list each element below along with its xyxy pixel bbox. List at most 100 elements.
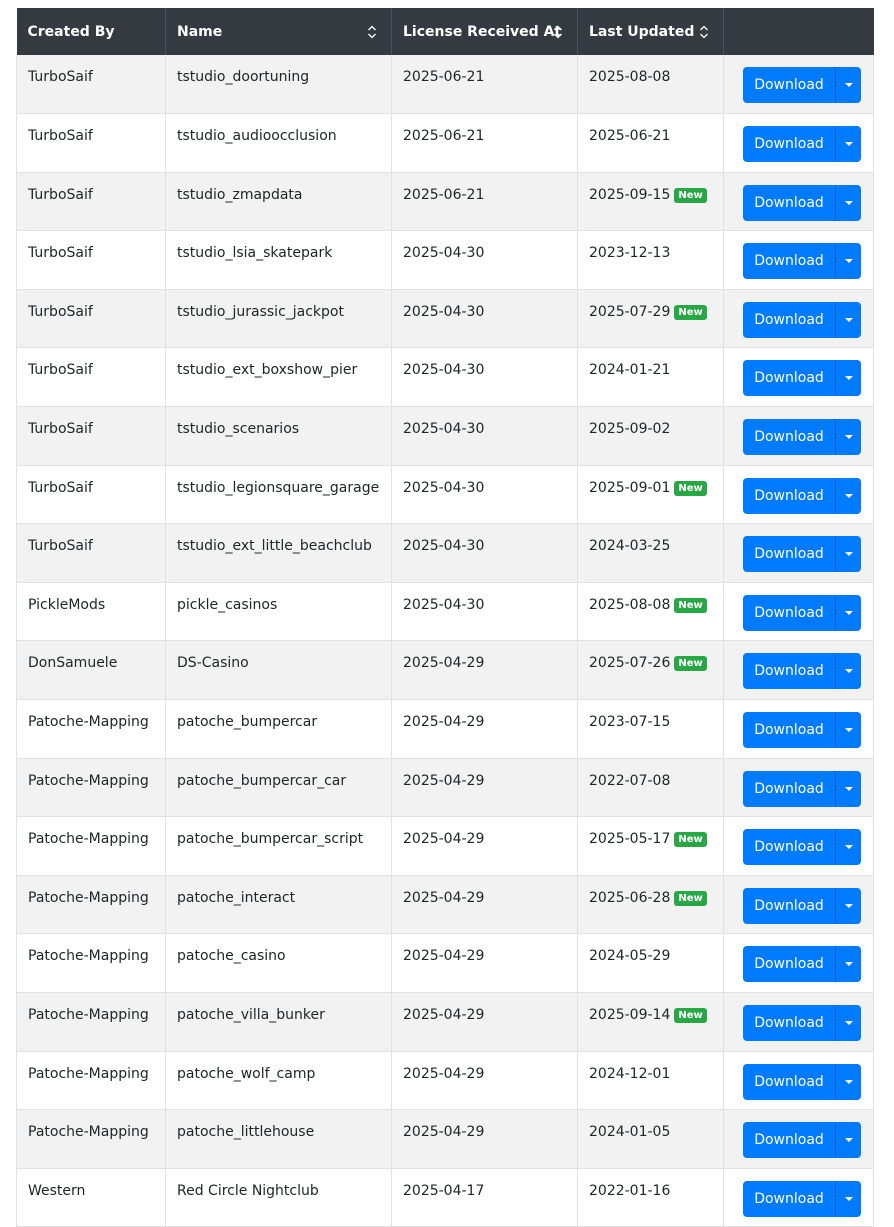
download-dropdown-toggle[interactable] (836, 594, 861, 631)
column-header-created-by[interactable]: Created By (16, 8, 166, 55)
new-badge: New (674, 597, 707, 613)
cell-created-by: Patoche-Mapping (16, 875, 166, 935)
cell-name: tstudio_audioocclusion (165, 113, 392, 173)
download-dropdown-toggle[interactable] (836, 1180, 861, 1217)
download-button-group: Download (743, 829, 861, 866)
cell-license-received-at: 2025-06-21 (391, 113, 578, 173)
download-button[interactable]: Download (743, 594, 836, 631)
last-updated-text: 2025-05-17 (589, 831, 671, 848)
download-dropdown-toggle[interactable] (836, 67, 861, 103)
name-text: patoche_wolf_camp (177, 1065, 316, 1082)
download-dropdown-toggle[interactable] (836, 1063, 861, 1100)
download-button[interactable]: Download (743, 829, 836, 866)
caret-down-icon (844, 317, 853, 322)
column-header-name[interactable]: Name (165, 8, 392, 55)
download-dropdown-toggle[interactable] (836, 419, 861, 456)
license-received-text: 2025-04-29 (403, 1065, 485, 1082)
cell-created-by: PickleMods (16, 582, 166, 642)
download-dropdown-toggle[interactable] (836, 887, 861, 924)
cell-name: tstudio_zmapdata (165, 172, 392, 232)
cell-actions: Download (723, 55, 874, 115)
cell-license-received-at: 2025-04-30 (391, 582, 578, 642)
cell-actions: Download (723, 699, 874, 759)
cell-actions: Download (723, 113, 874, 173)
cell-name: tstudio_legionsquare_garage (165, 465, 392, 525)
new-badge: New (674, 890, 707, 906)
license-received-text: 2025-04-29 (403, 889, 485, 906)
download-dropdown-toggle[interactable] (836, 184, 861, 221)
name-text: patoche_littlehouse (177, 1124, 315, 1141)
created-by-text: Patoche-Mapping (28, 831, 149, 848)
cell-created-by: TurboSaif (16, 172, 166, 232)
download-button[interactable]: Download (743, 243, 836, 280)
download-button-group: Download (743, 594, 861, 631)
download-button[interactable]: Download (743, 184, 836, 221)
created-by-text: DonSamuele (28, 655, 118, 672)
download-dropdown-toggle[interactable] (836, 712, 861, 749)
download-dropdown-toggle[interactable] (836, 243, 861, 280)
download-button[interactable]: Download (743, 360, 836, 397)
download-button[interactable]: Download (743, 887, 836, 924)
download-dropdown-toggle[interactable] (836, 1122, 861, 1159)
table-row: TurboSaif tstudio_zmapdata 2025-06-21 20… (16, 172, 874, 232)
last-updated-text: 2023-07-15 (589, 714, 671, 731)
download-dropdown-toggle[interactable] (836, 126, 861, 163)
license-received-text: 2025-04-29 (403, 1007, 485, 1023)
download-button[interactable]: Download (743, 1122, 836, 1159)
table-row: Patoche-Mapping patoche_bumpercar 2025-0… (16, 699, 874, 759)
created-by-text: TurboSaif (28, 421, 93, 438)
caret-down-icon (844, 669, 853, 674)
download-button[interactable]: Download (743, 536, 836, 573)
cell-name: Red Circle Nightclub (165, 1168, 392, 1227)
cell-created-by: Patoche-Mapping (16, 816, 166, 876)
download-button[interactable]: Download (743, 126, 836, 163)
download-button[interactable]: Download (743, 1180, 836, 1217)
license-received-text: 2025-04-29 (403, 1124, 485, 1141)
cell-name: patoche_bumpercar (165, 699, 392, 759)
download-button[interactable]: Download (743, 477, 836, 514)
download-dropdown-toggle[interactable] (836, 477, 861, 514)
column-header-last-updated[interactable]: Last Updated (577, 8, 724, 55)
download-button[interactable]: Download (743, 770, 836, 807)
download-button[interactable]: Download (743, 712, 836, 749)
last-updated-text: 2025-07-29 (589, 303, 671, 320)
new-badge: New (674, 832, 707, 848)
last-updated-text: 2025-08-08 (589, 69, 671, 85)
download-button[interactable]: Download (743, 1005, 836, 1041)
column-header-label: Name (177, 23, 223, 40)
cell-created-by: Patoche-Mapping (16, 1109, 166, 1169)
download-dropdown-toggle[interactable] (836, 1005, 861, 1041)
cell-last-updated: 2024-03-25 (577, 523, 724, 583)
last-updated-text: 2024-01-05 (589, 1124, 671, 1141)
download-dropdown-toggle[interactable] (836, 360, 861, 397)
table-row: Patoche-Mapping patoche_villa_bunker 202… (16, 992, 874, 1052)
download-button[interactable]: Download (743, 1063, 836, 1100)
download-dropdown-toggle[interactable] (836, 301, 861, 338)
download-button-group: Download (743, 770, 861, 807)
cell-name: patoche_bumpercar_car (165, 758, 392, 818)
column-header-label: License Received At (403, 23, 562, 40)
name-text: patoche_bumpercar_car (177, 772, 347, 789)
download-dropdown-toggle[interactable] (836, 946, 861, 983)
download-button-group: Download (743, 1005, 861, 1041)
last-updated-text: 2025-09-01 (589, 479, 671, 496)
cell-license-received-at: 2025-06-21 (391, 55, 578, 115)
download-button[interactable]: Download (743, 419, 836, 456)
download-dropdown-toggle[interactable] (836, 770, 861, 807)
download-button[interactable]: Download (743, 653, 836, 690)
sort-icon (700, 25, 708, 38)
download-button-group: Download (743, 653, 861, 690)
download-button[interactable]: Download (743, 946, 836, 983)
license-table-container: Created By Name License Received At Last… (16, 8, 874, 1227)
column-header-license-received-at[interactable]: License Received At (391, 8, 578, 55)
download-button-group: Download (743, 1063, 861, 1100)
download-button[interactable]: Download (743, 67, 836, 103)
table-row: Patoche-Mapping patoche_interact 2025-04… (16, 875, 874, 935)
download-button[interactable]: Download (743, 301, 836, 338)
license-received-text: 2025-04-17 (403, 1182, 485, 1199)
created-by-text: TurboSaif (28, 69, 93, 85)
download-dropdown-toggle[interactable] (836, 536, 861, 573)
download-dropdown-toggle[interactable] (836, 653, 861, 690)
cell-actions: Download (723, 406, 874, 466)
download-dropdown-toggle[interactable] (836, 829, 861, 866)
